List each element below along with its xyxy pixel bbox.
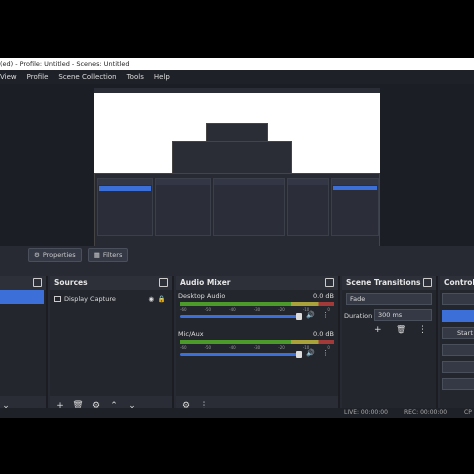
nested-dock-header bbox=[98, 179, 152, 185]
desktop-audio-slider-handle[interactable] bbox=[296, 313, 302, 320]
nested-transitions-dock bbox=[287, 178, 329, 236]
app-window: (ed) - Profile: Untitled - Scenes: Untit… bbox=[0, 58, 474, 418]
speaker-icon[interactable]: 🔊 bbox=[306, 349, 315, 357]
gear-icon: ⚙ bbox=[34, 251, 40, 259]
more-icon[interactable]: ⋮ bbox=[322, 349, 329, 357]
transition-select[interactable]: Fade bbox=[346, 293, 432, 305]
properties-button[interactable]: ⚙ Properties bbox=[28, 248, 82, 262]
desktop-audio-meter bbox=[180, 302, 334, 306]
controls-header: Controls bbox=[440, 276, 474, 290]
nested-scenes-dock bbox=[97, 178, 153, 236]
studio-mode-button[interactable] bbox=[442, 344, 474, 356]
filters-button[interactable]: ▦ Filters bbox=[87, 248, 129, 262]
controls-dock: Controls Start Re bbox=[440, 276, 474, 416]
mic-aux-db: 0.0 dB bbox=[313, 330, 334, 338]
filter-icon: ▦ bbox=[93, 251, 100, 259]
exit-button[interactable] bbox=[442, 378, 474, 390]
nested-sources-dock bbox=[155, 178, 211, 236]
transition-settings: Fade Duration 300 ms + 🗑 ⋮ bbox=[342, 290, 436, 416]
speaker-icon[interactable]: 🔊 bbox=[306, 311, 315, 319]
selected-scene[interactable] bbox=[0, 290, 44, 304]
scene-transitions-dock: Scene Transitions Fade Duration 300 ms +… bbox=[342, 276, 438, 416]
desktop-audio-db: 0.0 dB bbox=[313, 292, 334, 300]
nested-selected-row bbox=[99, 186, 151, 191]
nested-obs bbox=[94, 173, 380, 248]
nested-dock-header bbox=[214, 179, 284, 185]
rec-indicator: REC: 00:00:00 bbox=[404, 409, 448, 416]
duration-label: Duration bbox=[344, 312, 373, 320]
start-replay-button[interactable]: Start Re bbox=[442, 327, 474, 339]
menu-tools[interactable]: Tools bbox=[127, 70, 144, 84]
menu-profile[interactable]: Profile bbox=[27, 70, 49, 84]
popout-icon[interactable] bbox=[325, 278, 334, 287]
sources-header: Sources bbox=[50, 276, 172, 290]
more-icon[interactable]: ⋮ bbox=[418, 325, 427, 335]
mic-aux-meter bbox=[180, 340, 334, 344]
bottom-panel: ⚙ Properties ▦ Filters ⌄ Sources Display C… bbox=[0, 246, 474, 418]
start-streaming-button[interactable] bbox=[442, 293, 474, 305]
start-recording-button[interactable] bbox=[442, 310, 474, 322]
status-bar: LIVE: 00:00:00 REC: 00:00:00 CP bbox=[0, 408, 474, 418]
menu-help[interactable]: Help bbox=[154, 70, 170, 84]
desktop-audio-volume-slider[interactable] bbox=[180, 315, 300, 318]
audio-mixer-header: Audio Mixer bbox=[176, 276, 338, 290]
menu-bar: View Profile Scene Collection Tools Help bbox=[0, 70, 474, 84]
scenes-header bbox=[0, 276, 46, 290]
more-icon[interactable]: ⋮ bbox=[322, 311, 329, 319]
nested-controls-dock bbox=[331, 178, 379, 236]
mic-aux-label: Mic/Aux bbox=[178, 330, 204, 338]
desktop-audio-label: Desktop Audio bbox=[178, 292, 226, 300]
monitor-icon bbox=[54, 296, 61, 302]
add-transition-button[interactable]: + bbox=[374, 325, 382, 335]
mic-aux-volume-slider[interactable] bbox=[180, 353, 300, 356]
scene-transitions-header: Scene Transitions bbox=[342, 276, 436, 290]
menu-view[interactable]: View bbox=[0, 70, 17, 84]
duration-input[interactable]: 300 ms bbox=[374, 309, 432, 321]
controls-buttons: Start Re bbox=[440, 290, 474, 416]
source-toolbar: ⚙ Properties ▦ Filters bbox=[0, 248, 474, 264]
menu-scene-collection[interactable]: Scene Collection bbox=[58, 70, 116, 84]
nested-audio-dock bbox=[213, 178, 285, 236]
nested-dock-header bbox=[288, 179, 328, 185]
popout-icon[interactable] bbox=[423, 278, 432, 287]
scenes-dock: ⌄ bbox=[0, 276, 48, 416]
nested-dock-header bbox=[156, 179, 210, 185]
lock-icon[interactable]: 🔒 bbox=[158, 292, 166, 306]
cpu-indicator: CP bbox=[464, 409, 472, 416]
nested-selected-row bbox=[333, 186, 377, 190]
settings-button[interactable] bbox=[442, 361, 474, 373]
nested-preview bbox=[94, 88, 380, 248]
sources-dock: Sources Display Capture ◉ 🔒 + 🗑 ⚙ ⌃ ⌄ bbox=[50, 276, 174, 416]
nested-screen bbox=[94, 93, 380, 248]
trash-icon[interactable]: 🗑 bbox=[396, 325, 406, 334]
popout-icon[interactable] bbox=[159, 278, 168, 287]
live-indicator: LIVE: 00:00:00 bbox=[344, 409, 388, 416]
audio-mixer-dock: Audio Mixer Desktop Audio 0.0 dB -60 -50-… bbox=[176, 276, 340, 416]
nested-dock-header bbox=[332, 179, 378, 185]
source-item[interactable]: Display Capture ◉ 🔒 bbox=[52, 292, 170, 306]
title-bar: (ed) - Profile: Untitled - Scenes: Untit… bbox=[0, 58, 474, 70]
eye-icon[interactable]: ◉ bbox=[148, 292, 154, 306]
popout-icon[interactable] bbox=[33, 278, 42, 287]
mic-aux-slider-handle[interactable] bbox=[296, 351, 302, 358]
